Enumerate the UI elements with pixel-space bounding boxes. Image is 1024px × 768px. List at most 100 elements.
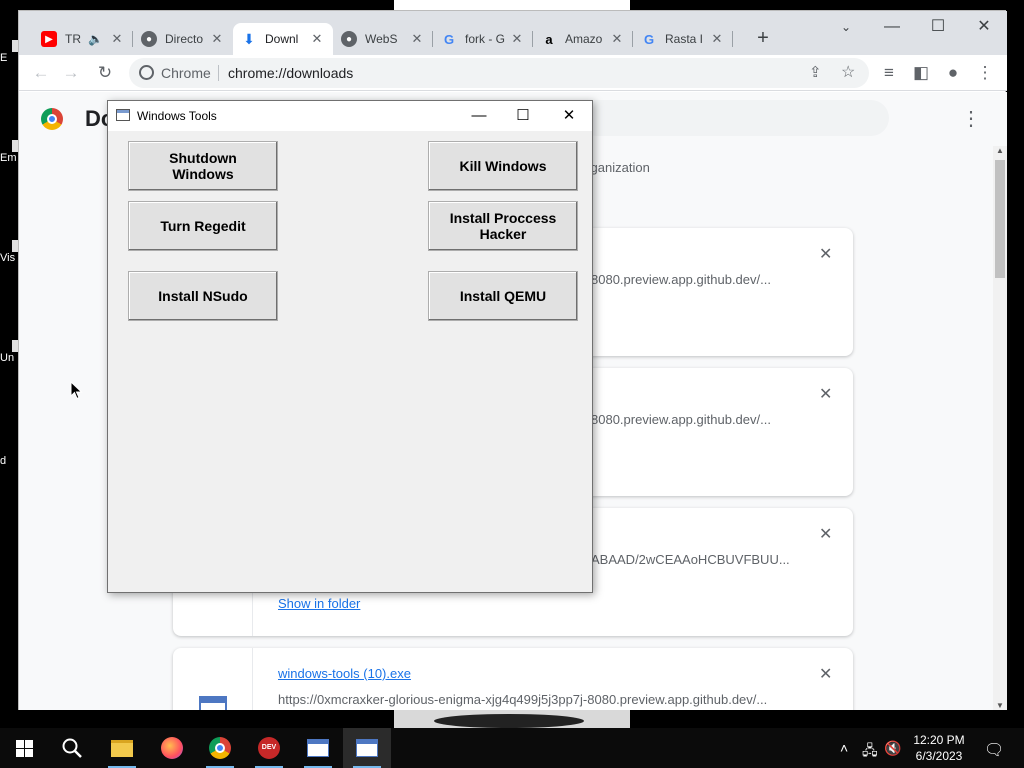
chrome-button[interactable] (196, 728, 244, 768)
download-url: 8080.preview.app.github.dev/... (591, 272, 771, 287)
close-tab-icon[interactable]: ✕ (509, 31, 525, 47)
download-url: ABAAD/2wCEAAoHCBUVFBUU... (591, 552, 790, 567)
address-bar[interactable]: Chrome chrome://downloads ⇪ ☆ (129, 58, 869, 88)
bookmark-star-icon[interactable]: ☆ (841, 62, 855, 82)
menu-icon[interactable]: ⋮ (973, 61, 997, 85)
desktop-wallpaper-bottom (394, 710, 630, 728)
clock[interactable]: 12:20 PM 6/3/2023 (900, 732, 978, 764)
file-explorer-button[interactable] (98, 728, 146, 768)
google-icon: G (643, 31, 655, 47)
desktop-icon[interactable]: Vis (0, 240, 20, 264)
dev-cpp-icon: DEV (258, 737, 280, 759)
tab-strip: ▶ TR 🔈 ✕ ● Directo ✕ ⬇ Downl ✕ ● WebS ✕ … (19, 11, 1007, 55)
remove-download-icon[interactable]: ✕ (819, 524, 832, 544)
media-control-icon[interactable]: ≡ (877, 61, 901, 85)
windows-tools-taskbar-button-active[interactable] (343, 728, 391, 768)
turn-regedit-button[interactable]: Turn Regedit (128, 201, 278, 251)
shutdown-windows-button[interactable]: Shutdown Windows (128, 141, 278, 191)
amazon-icon: a (545, 31, 553, 47)
reload-icon[interactable]: ↻ (93, 61, 117, 85)
close-button[interactable]: ✕ (546, 101, 592, 131)
youtube-icon: ▶ (41, 31, 57, 47)
folder-icon (111, 739, 133, 757)
chrome-icon (209, 737, 231, 759)
remove-download-icon[interactable]: ✕ (819, 384, 832, 404)
windows-tools-taskbar-button[interactable] (294, 728, 342, 768)
tab-websdr[interactable]: ● WebS ✕ (333, 23, 433, 55)
maximize-button[interactable]: ☐ (500, 101, 546, 131)
app-window-icon (116, 109, 130, 121)
search-button[interactable] (48, 728, 96, 768)
new-tab-button[interactable]: + (749, 25, 777, 53)
remove-download-icon[interactable]: ✕ (819, 244, 832, 264)
close-tab-icon[interactable]: ✕ (209, 31, 225, 47)
close-tab-icon[interactable]: ✕ (109, 31, 125, 47)
remove-download-icon[interactable]: ✕ (819, 664, 832, 684)
exe-file-icon (199, 696, 227, 710)
desktop-icon[interactable]: d (0, 455, 20, 467)
firefox-icon (161, 737, 183, 759)
globe-icon: ● (341, 31, 357, 47)
notification-icon[interactable]: 🗨 (984, 740, 1004, 760)
desktop-icon[interactable]: Un (0, 340, 20, 364)
dev-cpp-button[interactable]: DEV (245, 728, 293, 768)
chrome-site-icon (139, 65, 154, 80)
app-window-icon (356, 739, 378, 757)
network-icon[interactable]: 🖧 (862, 740, 878, 764)
download-filename-link[interactable]: windows-tools (10).exe (278, 666, 411, 681)
tab-youtube[interactable]: ▶ TR 🔈 ✕ (33, 23, 133, 55)
profile-icon[interactable]: ● (941, 61, 965, 85)
download-url: https://0xmcraxker-glorious-enigma-xjg4q… (278, 692, 768, 707)
desktop-wallpaper-top (394, 0, 630, 10)
desktop-icon[interactable]: Em D (0, 140, 20, 164)
clock-time: 12:20 PM (913, 733, 965, 747)
close-window-button[interactable]: ✕ (961, 13, 1007, 41)
page-scrollbar[interactable]: ▲ ▼ (993, 146, 1007, 710)
windows-tools-window: Windows Tools — ☐ ✕ Shutdown Windows Kil… (107, 100, 593, 593)
show-in-folder-link[interactable]: Show in folder (278, 596, 360, 611)
close-tab-icon[interactable]: ✕ (309, 31, 325, 47)
more-actions-icon[interactable]: ⋮ (961, 106, 981, 131)
back-icon[interactable]: ← (29, 61, 53, 85)
windows-logo-icon (15, 739, 33, 757)
share-icon[interactable]: ⇪ (809, 63, 822, 81)
volume-muted-icon[interactable]: 🔇 (884, 740, 901, 757)
window-titlebar[interactable]: Windows Tools — ☐ ✕ (108, 101, 592, 131)
tab-rasta[interactable]: G Rasta I ✕ (633, 23, 733, 55)
install-process-hacker-button[interactable]: Install Proccess Hacker (428, 201, 578, 251)
forward-icon[interactable]: → (59, 61, 83, 85)
download-icon: ⬇ (243, 30, 255, 47)
download-item: windows-tools (10).exe https://0xmcraxke… (173, 648, 853, 710)
tab-fork[interactable]: G fork - G ✕ (433, 23, 533, 55)
install-qemu-button[interactable]: Install QEMU (428, 271, 578, 321)
mouse-cursor-icon (70, 381, 83, 400)
app-window-icon (307, 739, 329, 757)
side-panel-icon[interactable]: ◧ (909, 61, 933, 85)
globe-icon: ● (141, 31, 157, 47)
install-nsudo-button[interactable]: Install NSudo (128, 271, 278, 321)
close-tab-icon[interactable]: ✕ (709, 31, 725, 47)
window-title: Windows Tools (137, 109, 217, 123)
download-url: 8080.preview.app.github.dev/... (591, 412, 771, 427)
desktop-icon[interactable]: E (0, 40, 20, 64)
search-downloads-input[interactable] (579, 100, 889, 136)
minimize-button[interactable]: — (456, 101, 502, 131)
close-tab-icon[interactable]: ✕ (609, 31, 625, 47)
minimize-button[interactable]: — (869, 13, 915, 41)
close-tab-icon[interactable]: ✕ (409, 31, 425, 47)
firefox-button[interactable] (148, 728, 196, 768)
kill-windows-button[interactable]: Kill Windows (428, 141, 578, 191)
maximize-button[interactable]: ☐ (915, 13, 961, 41)
speaker-icon[interactable]: 🔈 (88, 32, 103, 46)
tab-amazon[interactable]: a Amazo ✕ (533, 23, 633, 55)
taskbar: DEV ˄ 🖧 🔇 12:20 PM 6/3/2023 🗨 (0, 728, 1024, 768)
tab-directory[interactable]: ● Directo ✕ (133, 23, 233, 55)
google-icon: G (443, 31, 455, 47)
clock-date: 6/3/2023 (915, 749, 963, 763)
tab-downloads[interactable]: ⬇ Downl ✕ (233, 23, 333, 55)
url-text: chrome://downloads (228, 65, 354, 81)
chevron-up-icon[interactable]: ˄ (840, 740, 848, 756)
browser-toolbar: ← → ↻ Chrome chrome://downloads ⇪ ☆ ≡ ◧ … (19, 55, 1007, 91)
start-button[interactable] (0, 728, 48, 768)
tab-search-icon[interactable]: ⌄ (823, 13, 869, 41)
